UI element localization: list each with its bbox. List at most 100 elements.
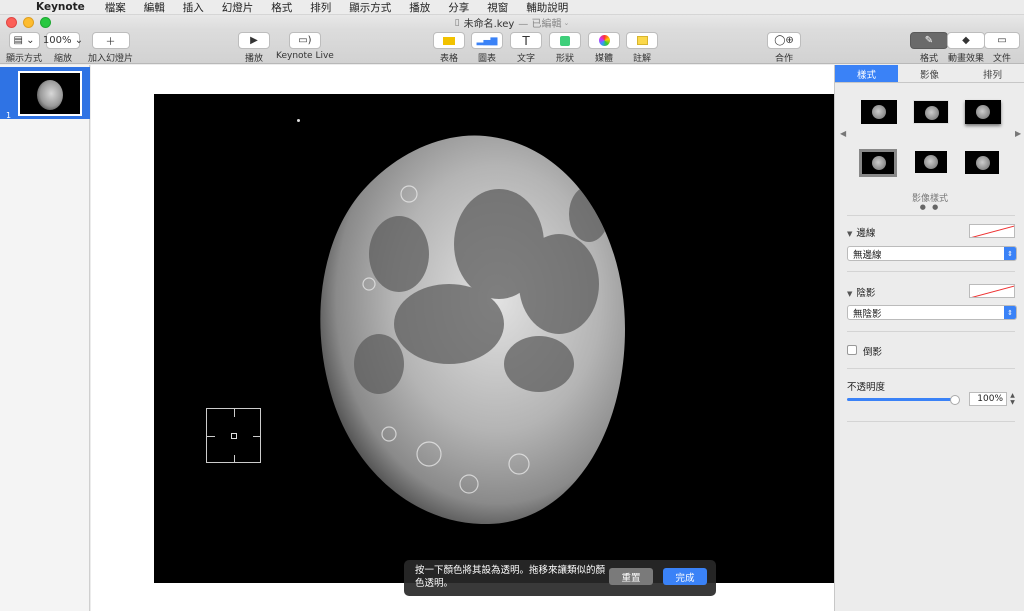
opacity-field[interactable]: 100%	[969, 392, 1007, 406]
menu-insert[interactable]: 插入	[183, 0, 204, 15]
menu-share[interactable]: 分享	[448, 0, 469, 15]
chevron-updown-icon: ⇕	[1004, 306, 1016, 319]
slide-navigator: 1	[0, 65, 90, 611]
view-label: 顯示方式	[6, 54, 43, 64]
keynote-live-button[interactable]: ▭) Keynote Live	[276, 32, 334, 61]
menu-play[interactable]: 播放	[409, 0, 430, 15]
border-style-select[interactable]: 無邊線 ⇕	[847, 246, 1017, 261]
opacity-slider-knob[interactable]	[950, 395, 960, 405]
menu-file[interactable]: 檔案	[105, 0, 126, 15]
menu-format[interactable]: 格式	[271, 0, 292, 15]
image-style-3[interactable]	[965, 100, 1001, 124]
sidebar-view-icon[interactable]: ▤ ⌄	[8, 32, 40, 49]
shape-label: 形狀	[555, 54, 574, 64]
document-button[interactable]: ▭ 文件	[984, 32, 1020, 64]
zoom-window-button[interactable]	[40, 17, 51, 28]
document-icon: ▯	[454, 17, 460, 28]
color-picker-loupe[interactable]	[206, 408, 261, 463]
window-controls	[6, 17, 51, 28]
tab-image[interactable]: 影像	[898, 65, 961, 82]
comment-label: 註解	[632, 54, 651, 64]
shadow-color-swatch[interactable]	[969, 284, 1015, 298]
zoom-menu[interactable]: 100% ⌄ 縮放	[43, 32, 83, 64]
menu-edit[interactable]: 編輯	[144, 0, 165, 15]
shape-button[interactable]: 形狀	[549, 32, 581, 64]
window-edited-status: — 已編輯	[518, 19, 562, 30]
slide-number: 1	[6, 111, 12, 120]
window-title[interactable]: 未命名.key	[464, 15, 515, 30]
image-style-6[interactable]	[965, 151, 999, 174]
slide[interactable]	[154, 94, 834, 583]
play-button[interactable]: ▶ 播放	[238, 32, 270, 64]
zoom-select[interactable]: 100% ⌄	[43, 32, 83, 49]
chart-icon[interactable]: ▂▄▆	[471, 32, 503, 49]
tab-style[interactable]: 樣式	[835, 65, 898, 82]
menu-app-name[interactable]: Keynote	[36, 1, 85, 13]
collaborate-icon[interactable]: ◯⊕	[767, 32, 801, 49]
image-style-1[interactable]	[861, 100, 897, 124]
moon-image[interactable]	[309, 134, 625, 524]
border-color-swatch[interactable]	[969, 224, 1015, 238]
animate-button[interactable]: ◆ 動畫效果	[947, 32, 985, 64]
divider	[847, 368, 1015, 369]
reflection-checkbox[interactable]	[847, 345, 857, 355]
add-slide[interactable]: ＋ 加入幻燈片	[88, 32, 133, 64]
menu-arrange[interactable]: 排列	[310, 0, 331, 15]
animate-label: 動畫效果	[947, 54, 984, 64]
done-button[interactable]: 完成	[663, 568, 707, 585]
shadow-title-text: 陰影	[856, 288, 876, 299]
view-menu[interactable]: ▤ ⌄ 顯示方式	[6, 32, 42, 64]
menu-slide[interactable]: 幻燈片	[222, 0, 254, 15]
image-style-2[interactable]	[913, 100, 949, 124]
keynote-live-label: Keynote Live	[276, 51, 334, 61]
plus-icon[interactable]: ＋	[91, 32, 130, 49]
instant-alpha-hud: 按一下顏色將其設為透明。拖移來讓類似的顏色透明。 重置 完成	[404, 560, 716, 596]
opacity-stepper[interactable]: ▲ ▼	[1008, 392, 1017, 406]
animate-icon[interactable]: ◆	[947, 32, 985, 49]
chevron-right-icon[interactable]: ▶	[1015, 129, 1021, 138]
divider	[847, 271, 1015, 272]
close-window-button[interactable]	[6, 17, 17, 28]
minimize-window-button[interactable]	[23, 17, 34, 28]
image-styles-grid	[853, 95, 1013, 195]
divider	[847, 215, 1015, 216]
media-label: 媒體	[594, 54, 613, 64]
table-button[interactable]: 表格	[433, 32, 465, 64]
play-icon[interactable]: ▶	[238, 32, 270, 49]
instant-alpha-message: 按一下顏色將其設為透明。拖移來讓類似的顏色透明。	[415, 565, 606, 589]
chart-button[interactable]: ▂▄▆ 圖表	[471, 32, 503, 64]
tab-arrange[interactable]: 排列	[961, 65, 1024, 82]
image-style-4[interactable]	[859, 149, 897, 177]
page-dots[interactable]: ● ●	[835, 203, 1024, 211]
shadow-style-select[interactable]: 無陰影 ⇕	[847, 305, 1017, 320]
collaborate-button[interactable]: ◯⊕ 合作	[767, 32, 801, 64]
document-icon[interactable]: ▭	[984, 32, 1020, 49]
menu-window[interactable]: 視窗	[487, 0, 508, 15]
border-section-title[interactable]: ▼ 邊線	[847, 225, 875, 239]
keynote-live-icon[interactable]: ▭)	[288, 32, 321, 49]
chevron-left-icon[interactable]: ◀	[840, 129, 846, 138]
slide-thumbnail[interactable]	[18, 71, 82, 116]
opacity-slider[interactable]	[847, 398, 955, 401]
comment-icon[interactable]	[626, 32, 658, 49]
chevron-updown-icon: ⇕	[1004, 247, 1016, 260]
menu-view[interactable]: 顯示方式	[349, 0, 391, 15]
comment-button[interactable]: 註解	[626, 32, 658, 64]
shape-icon[interactable]	[549, 32, 581, 49]
menu-help[interactable]: 輔助說明	[526, 0, 568, 15]
chart-label: 圖表	[477, 54, 496, 64]
format-button[interactable]: ✎ 格式	[910, 32, 948, 64]
table-icon[interactable]	[433, 32, 465, 49]
media-icon[interactable]	[588, 32, 620, 49]
reset-button[interactable]: 重置	[609, 568, 653, 585]
text-button[interactable]: T 文字	[510, 32, 542, 64]
inspector-tabs: 樣式 影像 排列	[835, 65, 1024, 83]
shadow-section-title[interactable]: ▼ 陰影	[847, 285, 875, 299]
window-titlebar: ▯ 未命名.key — 已編輯 ⌄	[0, 15, 1024, 30]
text-icon[interactable]: T	[510, 32, 542, 49]
media-button[interactable]: 媒體	[588, 32, 620, 64]
slide-canvas[interactable]	[91, 65, 834, 611]
slide-thumbnail-selected[interactable]: 1	[0, 67, 90, 120]
image-style-5[interactable]	[915, 151, 947, 173]
paintbrush-icon[interactable]: ✎	[910, 32, 948, 49]
